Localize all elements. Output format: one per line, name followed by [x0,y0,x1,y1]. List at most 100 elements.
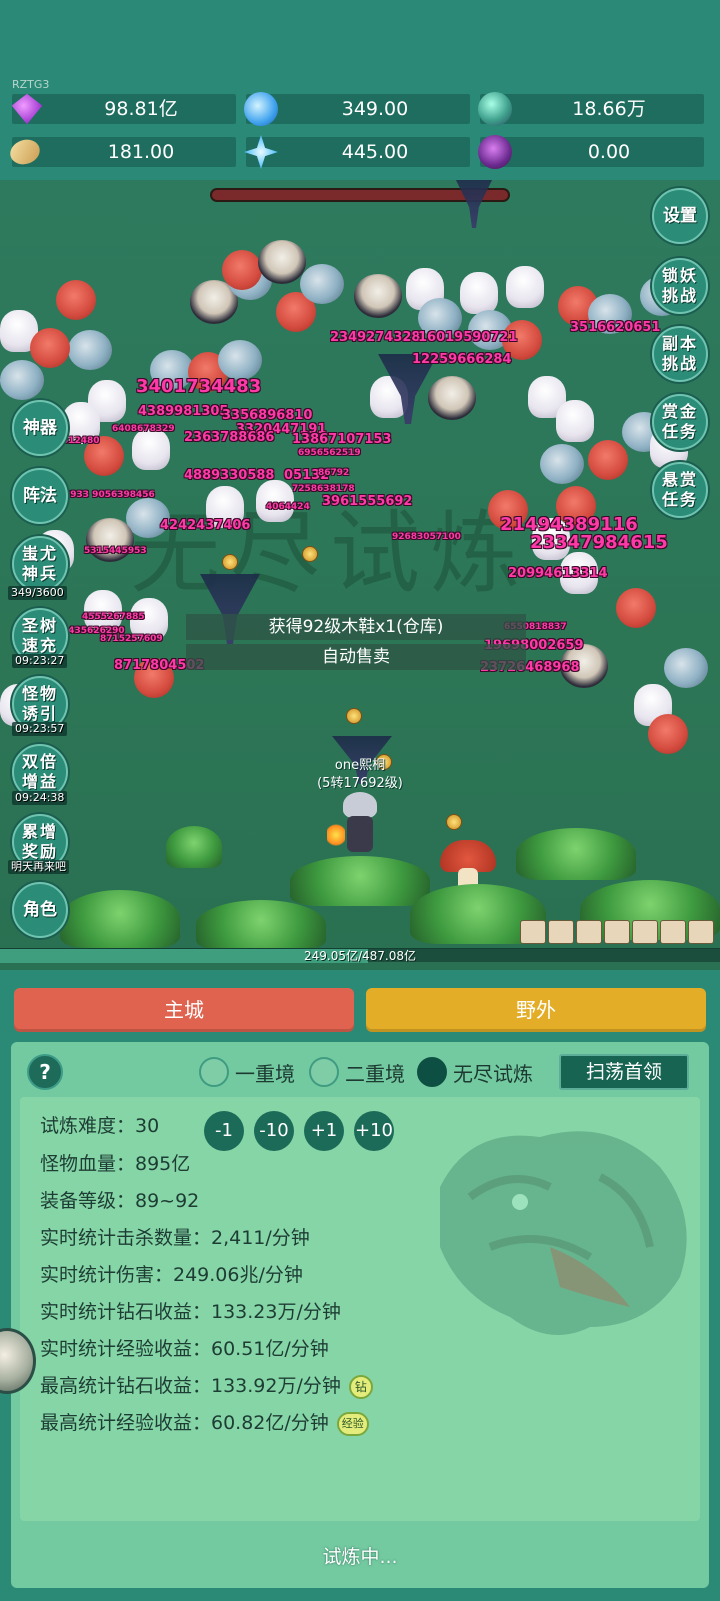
damage-number: 612480 [62,436,100,446]
exp-badge-icon: 经验 [336,1411,369,1436]
monster-lure-timer: 09:23:57 [12,722,68,736]
damage-number: 4064424 [266,502,310,512]
exp-income-stat: 实时统计经验收益：60.51亿/分钟 [40,1338,329,1360]
resource-potion: 0.00 [478,135,704,169]
monster-sprite [506,266,544,308]
buff-icon [660,920,686,944]
resource-shard: 445.00 [244,135,470,169]
difficulty-plus-1-button[interactable]: +1 [304,1111,344,1151]
player-level: (5转17692级) [317,776,403,791]
trial-panel: ? 一重境 二重境 无尽试炼 扫荡首领 试炼难度：30 -1 -10 +1 +1… [11,1042,709,1588]
damage-number: 86792 [318,468,350,478]
damage-number: 4889330588 [184,468,275,483]
character-button[interactable]: 角色 [12,882,68,938]
damage-number: 3356896810 [222,408,313,423]
damage-number: 4242437406 [160,518,251,533]
monster-sprite [222,250,262,290]
orb-value: 18.66万 [572,98,646,120]
mode-option-1[interactable]: 一重境 [199,1056,295,1088]
cumulative-reward-note: 明天再来吧 [8,860,69,874]
mode-option-3[interactable]: 无尽试炼 [417,1056,533,1088]
monster-sprite [56,280,96,320]
reward-task-button[interactable]: 悬赏任务 [652,462,708,518]
crystal-value: 349.00 [341,98,409,120]
monster-sprite [664,648,708,688]
tornado-effect [454,180,494,228]
best-exp-income-stat: 最高统计经验收益：60.82亿/分钟 [40,1412,329,1434]
player-character [327,792,385,856]
help-button[interactable]: ? [27,1054,63,1090]
difficulty-plus-10-button[interactable]: +10 [354,1111,394,1151]
trial-stats: 试炼难度：30 -1 -10 +1 +10 怪物血量：895亿 装备等级：89~… [20,1097,700,1521]
coin-icon [346,708,362,724]
damage-number: 4555267885 [82,612,145,622]
damage-number: 8715257609 [100,634,163,644]
damage-number: 8933 9056398456 [64,490,155,500]
damage-number: 5315445953 [84,546,147,556]
diamond-badge-icon: 钻 [348,1374,373,1399]
monster-sprite [132,428,170,470]
experience-text: 249.05亿/487.08亿 [303,949,417,963]
damage-number: 4389981305 [138,404,229,419]
build-tag: RZTG3 [12,78,50,91]
difficulty-row: 试炼难度：30 [40,1115,160,1137]
monster-sprite [354,274,402,318]
resource-gems: 98.81亿 [11,93,236,125]
coin-icon [222,554,238,570]
bounty-task-button[interactable]: 赏金任务 [652,394,708,450]
sweep-boss-button[interactable]: 扫荡首领 [559,1054,689,1090]
crystal-icon [244,92,278,126]
dungeon-button[interactable]: 副本挑战 [652,326,708,382]
chiyou-progress: 349/3600 [8,586,67,600]
mode-option-2[interactable]: 二重境 [309,1056,405,1088]
monster-sprite [556,400,594,442]
resource-crystal: 349.00 [244,92,470,126]
bush [166,826,222,868]
double-bonus-timer: 09:24:38 [12,791,68,805]
difficulty-minus-1-button[interactable]: -1 [204,1111,244,1151]
settings-button[interactable]: 设置 [652,188,708,244]
auto-sell-message: 自动售卖 [186,644,526,670]
radio-selected-icon [417,1057,447,1087]
monster-sprite [300,264,344,304]
damage-number: 7258638178 [292,484,355,494]
damage-number: 16019590721 [418,330,518,345]
diamond-income-stat: 实时统计钻石收益：133.23万/分钟 [40,1301,341,1323]
buff-icon [520,920,546,944]
loot-message: 获得92级木鞋x1(仓库) [186,614,526,640]
scroll-value: 181.00 [107,141,175,163]
trial-status: 试炼中... [322,1546,398,1568]
sacred-tree-timer: 09:23:27 [12,654,68,668]
difficulty-minus-10-button[interactable]: -10 [254,1111,294,1151]
damage-number: 92683057100 [392,532,461,542]
wild-tab[interactable]: 野外 [366,988,706,1032]
damage-per-minute-stat: 实时统计伤害：249.06兆/分钟 [40,1264,303,1286]
damage-number: 3516620651 [570,320,661,335]
resource-bar: RZTG3 98.81亿 349.00 18.66万 181.00 445.00… [0,0,720,180]
radio-icon [199,1057,229,1087]
bush [60,890,180,948]
monster-sprite [218,340,262,380]
coin-icon [302,546,318,562]
damage-number: 6408678329 [112,424,175,434]
equipment-level-stat: 装备等级：89~92 [40,1190,200,1212]
monster-sprite [68,330,112,370]
artifact-button[interactable]: 神器 [12,400,68,456]
damage-number: 2349274328 [330,330,421,345]
resource-orb: 18.66万 [478,92,704,126]
battle-field: 无尽试炼 2349274328 16019590721 3516620651 1… [0,180,720,970]
monster-sprite [648,714,688,754]
monster-sprite [460,272,498,314]
damage-number: 3961555692 [322,494,413,509]
monster-sprite [256,480,294,522]
difficulty-value: 30 [135,1115,160,1137]
experience-bar: 249.05亿/487.08亿 [0,948,720,963]
formation-button[interactable]: 阵法 [12,468,68,524]
demon-lock-button[interactable]: 锁妖挑战 [652,258,708,314]
chiyou-weapon-button[interactable]: 蚩尤神兵 [12,536,68,592]
main-city-tab[interactable]: 主城 [14,988,354,1032]
monster-sprite [0,360,44,400]
gem-icon [11,93,43,125]
buff-icon [604,920,630,944]
best-diamond-income-stat: 最高统计钻石收益：133.92万/分钟 [40,1375,341,1397]
